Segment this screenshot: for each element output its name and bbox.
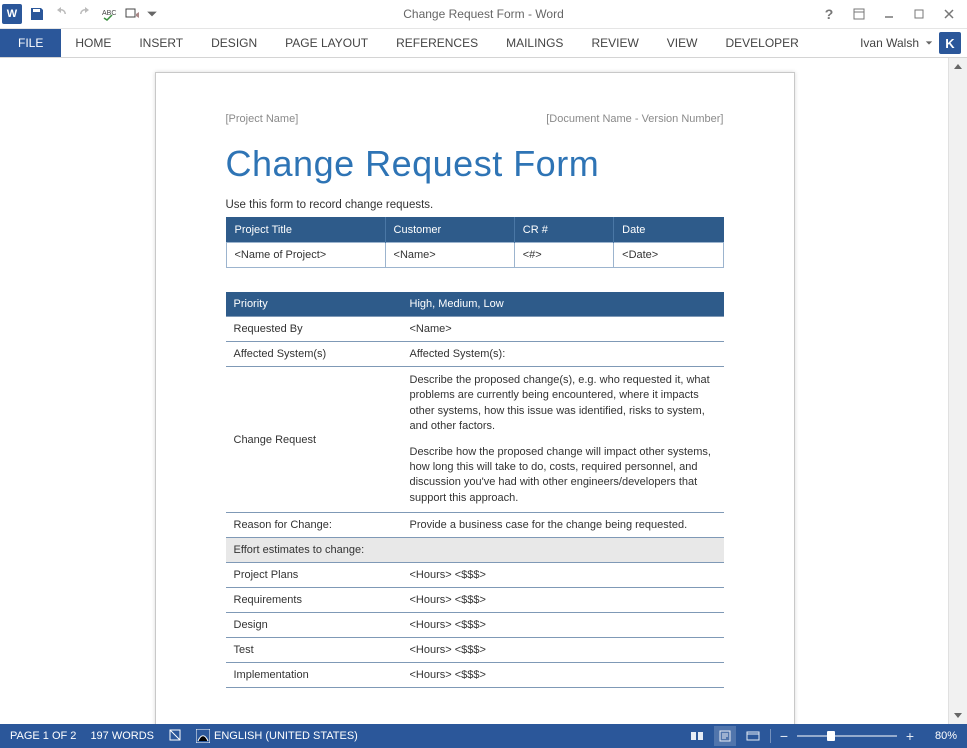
tab-home[interactable]: HOME (61, 29, 125, 57)
object-icon[interactable] (122, 3, 144, 25)
tab-page-layout[interactable]: PAGE LAYOUT (271, 29, 382, 57)
quick-access-toolbar: W ABC (0, 3, 158, 25)
ribbon-display-icon[interactable] (845, 3, 873, 25)
td-cr[interactable]: <#> (514, 243, 613, 268)
tab-review[interactable]: REVIEW (577, 29, 652, 57)
status-page[interactable]: PAGE 1 OF 2 (10, 730, 76, 742)
td-project-title[interactable]: <Name of Project> (226, 243, 385, 268)
user-account[interactable]: Ivan Walsh K (860, 29, 967, 57)
help-icon[interactable]: ? (815, 3, 843, 25)
scroll-track[interactable] (949, 76, 967, 706)
zoom-track[interactable] (797, 735, 897, 737)
th-date[interactable]: Date (614, 218, 723, 243)
header-right[interactable]: [Document Name - Version Number] (546, 113, 723, 125)
save-icon[interactable] (26, 3, 48, 25)
zoom-in-icon[interactable]: + (903, 729, 917, 743)
lbl-reason[interactable]: Reason for Change: (226, 513, 402, 538)
project-info-table[interactable]: Project Title Customer CR # Date <Name o… (226, 217, 724, 268)
status-proofing-icon[interactable] (168, 728, 182, 745)
val-test[interactable]: <Hours> <$$$> (402, 638, 724, 663)
val-design[interactable]: <Hours> <$$$> (402, 613, 724, 638)
scroll-down-icon[interactable] (949, 706, 967, 724)
val-reason[interactable]: Provide a business case for the change b… (402, 513, 724, 538)
val-affected[interactable]: Affected System(s): (402, 342, 724, 367)
zoom-slider[interactable]: − + (777, 729, 917, 743)
status-language[interactable]: ENGLISH (UNITED STATES) (196, 729, 358, 743)
document-viewport[interactable]: [Project Name] [Document Name - Version … (0, 58, 949, 724)
view-print-layout-icon[interactable] (714, 726, 736, 746)
scroll-up-icon[interactable] (949, 58, 967, 76)
separator (770, 729, 771, 743)
th-priority[interactable]: Priority (226, 292, 402, 317)
th-project-title[interactable]: Project Title (226, 218, 385, 243)
val-impl[interactable]: <Hours> <$$$> (402, 663, 724, 688)
zoom-thumb[interactable] (827, 731, 835, 741)
undo-icon[interactable] (50, 3, 72, 25)
cr-p1[interactable]: Describe the proposed change(s), e.g. wh… (410, 373, 716, 435)
intro-text[interactable]: Use this form to record change requests. (226, 199, 724, 211)
tab-view[interactable]: VIEW (653, 29, 712, 57)
minimize-icon[interactable] (875, 3, 903, 25)
spellcheck-icon[interactable]: ABC (98, 3, 120, 25)
status-bar: PAGE 1 OF 2 197 WORDS ENGLISH (UNITED ST… (0, 724, 967, 748)
view-web-layout-icon[interactable] (742, 726, 764, 746)
qat-customize-icon[interactable] (146, 3, 158, 25)
lbl-design[interactable]: Design (226, 613, 402, 638)
svg-text:ABC: ABC (102, 10, 116, 17)
document-area: [Project Name] [Document Name - Version … (0, 58, 967, 724)
ribbon-tabs: FILE HOME INSERT DESIGN PAGE LAYOUT REFE… (0, 29, 967, 58)
word-app-icon[interactable]: W (2, 4, 22, 24)
document-title[interactable]: Change Request Form (226, 143, 724, 185)
tab-insert[interactable]: INSERT (125, 29, 197, 57)
details-table[interactable]: Priority High, Medium, Low Requested By … (226, 292, 724, 688)
redo-icon[interactable] (74, 3, 96, 25)
val-plans[interactable]: <Hours> <$$$> (402, 563, 724, 588)
tab-references[interactable]: REFERENCES (382, 29, 492, 57)
lbl-change-request[interactable]: Change Request (226, 367, 402, 513)
title-bar: W ABC Change Request Form - Word ? (0, 0, 967, 29)
close-icon[interactable] (935, 3, 963, 25)
user-badge: K (939, 32, 961, 54)
window-controls: ? (815, 3, 967, 25)
lbl-test[interactable]: Test (226, 638, 402, 663)
language-icon (196, 729, 210, 743)
lbl-req[interactable]: Requirements (226, 588, 402, 613)
tab-mailings[interactable]: MAILINGS (492, 29, 577, 57)
chevron-down-icon (925, 39, 933, 47)
zoom-value[interactable]: 80% (923, 730, 957, 742)
tab-design[interactable]: DESIGN (197, 29, 271, 57)
tab-developer[interactable]: DEVELOPER (711, 29, 812, 57)
td-customer[interactable]: <Name> (385, 243, 514, 268)
lbl-plans[interactable]: Project Plans (226, 563, 402, 588)
val-change-request[interactable]: Describe the proposed change(s), e.g. wh… (402, 367, 724, 513)
cr-p2[interactable]: Describe how the proposed change will im… (410, 445, 716, 507)
val-req[interactable]: <Hours> <$$$> (402, 588, 724, 613)
page[interactable]: [Project Name] [Document Name - Version … (155, 72, 795, 724)
view-read-mode-icon[interactable] (686, 726, 708, 746)
page-header: [Project Name] [Document Name - Version … (226, 113, 724, 125)
td-date[interactable]: <Date> (614, 243, 723, 268)
section-effort[interactable]: Effort estimates to change: (226, 538, 724, 563)
val-requested-by[interactable]: <Name> (402, 317, 724, 342)
th-customer[interactable]: Customer (385, 218, 514, 243)
zoom-out-icon[interactable]: − (777, 729, 791, 743)
th-cr[interactable]: CR # (514, 218, 613, 243)
maximize-icon[interactable] (905, 3, 933, 25)
lbl-requested-by[interactable]: Requested By (226, 317, 402, 342)
lbl-impl[interactable]: Implementation (226, 663, 402, 688)
vertical-scrollbar[interactable] (948, 58, 967, 724)
user-name: Ivan Walsh (860, 36, 919, 50)
lbl-affected[interactable]: Affected System(s) (226, 342, 402, 367)
td-priority[interactable]: High, Medium, Low (402, 292, 724, 317)
tab-file[interactable]: FILE (0, 29, 61, 57)
status-words[interactable]: 197 WORDS (90, 730, 154, 742)
header-left[interactable]: [Project Name] (226, 113, 299, 125)
